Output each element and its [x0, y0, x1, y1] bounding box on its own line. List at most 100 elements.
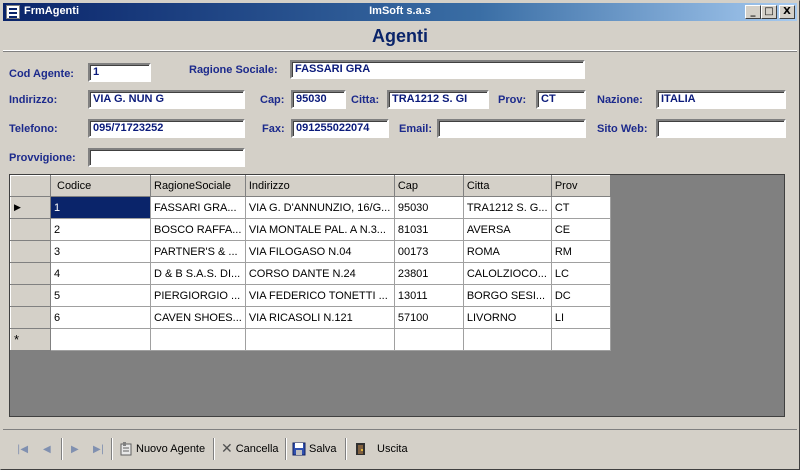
- cell-cap[interactable]: 57100: [393, 306, 464, 329]
- cell-ragione-sociale[interactable]: D & B S.A.S. DI...: [150, 262, 246, 285]
- new-row-cell[interactable]: [50, 328, 151, 351]
- cell-cap[interactable]: 13011: [393, 284, 464, 307]
- provvigione-label: Provvigione:: [9, 152, 76, 164]
- cell-prov[interactable]: DC: [550, 284, 611, 307]
- col-header-indirizzo[interactable]: Indirizzo: [244, 175, 395, 197]
- last-record-button[interactable]: ▶|: [93, 440, 104, 458]
- cell-indirizzo[interactable]: VIA FEDERICO TONETTI ...: [244, 284, 395, 307]
- bottom-toolbar: |◀ ◀ ▶ ▶| Nuovo Agente ✕ Cancella Salva …: [3, 429, 797, 467]
- cell-prov[interactable]: CE: [550, 218, 611, 241]
- table-row[interactable]: ▶ 1 FASSARI GRA... VIA G. D'ANNUNZIO, 16/G.…: [10, 196, 611, 219]
- cell-indirizzo[interactable]: VIA MONTALE PAL. A N.3...: [244, 218, 395, 241]
- new-row[interactable]: *: [10, 328, 611, 351]
- close-button[interactable]: X: [779, 5, 795, 19]
- nuovo-agente-label: Nuovo Agente: [136, 443, 206, 455]
- cell-prov[interactable]: LC: [550, 262, 611, 285]
- uscita-button[interactable]: Uscita: [354, 440, 408, 458]
- cell-ragione-sociale[interactable]: CAVEN SHOES...: [150, 306, 246, 329]
- new-row-cell[interactable]: [550, 328, 611, 351]
- main-window: FrmAgenti ImSoft s.a.s _ □ X Agenti Cod …: [0, 0, 800, 470]
- row-header[interactable]: ▶: [10, 196, 51, 219]
- grid-header-row: Codice RagioneSociale Indirizzo Cap Citt…: [10, 175, 611, 197]
- table-row[interactable]: 6 CAVEN SHOES... VIA RICASOLI N.121 57100 LI…: [10, 306, 611, 329]
- row-header[interactable]: [10, 284, 51, 307]
- nazione-field[interactable]: ITALIA: [656, 90, 786, 109]
- cell-citta[interactable]: LIVORNO: [462, 306, 552, 329]
- maximize-button[interactable]: □: [761, 5, 777, 19]
- fax-field[interactable]: 091255022074: [291, 119, 389, 138]
- cancella-button[interactable]: ✕ Cancella: [221, 440, 279, 458]
- cell-codice[interactable]: 4: [50, 262, 151, 285]
- grid-corner-header[interactable]: [10, 175, 51, 197]
- col-header-cap[interactable]: Cap: [393, 175, 464, 197]
- row-header[interactable]: [10, 240, 51, 263]
- table-row[interactable]: 3 PARTNER'S & ... VIA FILOGASO N.04 00173 RO…: [10, 240, 611, 263]
- provvigione-field[interactable]: [88, 148, 245, 167]
- agents-grid[interactable]: Codice RagioneSociale Indirizzo Cap Citt…: [9, 174, 785, 417]
- cell-ragione-sociale[interactable]: PARTNER'S & ...: [150, 240, 246, 263]
- new-row-cell[interactable]: [393, 328, 464, 351]
- table-row[interactable]: 2 BOSCO RAFFA... VIA MONTALE PAL. A N.3...…: [10, 218, 611, 241]
- cap-field[interactable]: 95030: [291, 90, 346, 109]
- cell-prov[interactable]: LI: [550, 306, 611, 329]
- fax-label: Fax:: [262, 123, 285, 135]
- cell-cap[interactable]: 23801: [393, 262, 464, 285]
- ragione-sociale-field[interactable]: FASSARI GRA: [290, 60, 585, 79]
- new-row-cell[interactable]: [150, 328, 246, 351]
- col-header-citta[interactable]: Citta: [462, 175, 552, 197]
- cell-prov[interactable]: CT: [550, 196, 611, 219]
- cell-ragione-sociale[interactable]: BOSCO RAFFA...: [150, 218, 246, 241]
- cell-indirizzo[interactable]: VIA RICASOLI N.121: [244, 306, 395, 329]
- new-row-cell[interactable]: [244, 328, 395, 351]
- cell-citta[interactable]: BORGO SESI...: [462, 284, 552, 307]
- cell-codice[interactable]: 6: [50, 306, 151, 329]
- toolbar-separator: [61, 438, 63, 460]
- toolbar-separator: [345, 438, 347, 460]
- cell-prov[interactable]: RM: [550, 240, 611, 263]
- new-row-cell[interactable]: [462, 328, 552, 351]
- next-record-button[interactable]: ▶: [71, 440, 79, 458]
- email-field[interactable]: [437, 119, 586, 138]
- cod-agente-field[interactable]: 1: [88, 63, 151, 82]
- row-header[interactable]: [10, 262, 51, 285]
- row-header[interactable]: [10, 306, 51, 329]
- cell-cap[interactable]: 95030: [393, 196, 464, 219]
- prev-record-button[interactable]: ◀: [43, 440, 51, 458]
- prov-field[interactable]: CT: [536, 90, 586, 109]
- indirizzo-field[interactable]: VIA G. NUN G: [88, 90, 245, 109]
- cell-indirizzo[interactable]: CORSO DANTE N.24: [244, 262, 395, 285]
- cell-indirizzo[interactable]: VIA FILOGASO N.04: [244, 240, 395, 263]
- table-row[interactable]: 5 PIERGIORGIO ... VIA FEDERICO TONETTI ...…: [10, 284, 611, 307]
- cell-cap[interactable]: 81031: [393, 218, 464, 241]
- cell-ragione-sociale[interactable]: PIERGIORGIO ...: [150, 284, 246, 307]
- cell-indirizzo[interactable]: VIA G. D'ANNUNZIO, 16/G...: [244, 196, 395, 219]
- citta-field[interactable]: TRA1212 S. GI: [387, 90, 489, 109]
- cell-citta[interactable]: AVERSA: [462, 218, 552, 241]
- save-icon: [292, 442, 306, 456]
- telefono-field[interactable]: 095/71723252: [88, 119, 245, 138]
- salva-button[interactable]: Salva: [292, 440, 337, 458]
- table-row[interactable]: 4D & B S.A.S. DI... CORSO DANTE N.24 23801…: [10, 262, 611, 285]
- cell-codice[interactable]: 5: [50, 284, 151, 307]
- cell-ragione-sociale[interactable]: FASSARI GRA...: [150, 196, 246, 219]
- sito-web-field[interactable]: [656, 119, 786, 138]
- cell-citta[interactable]: CALOLZIOCO...: [462, 262, 552, 285]
- col-header-codice[interactable]: Codice: [50, 175, 151, 197]
- cell-citta[interactable]: TRA1212 S. G...: [462, 196, 552, 219]
- sito-web-label: Sito Web:: [597, 123, 648, 135]
- row-header[interactable]: [10, 218, 51, 241]
- col-header-prov[interactable]: Prov: [550, 175, 611, 197]
- cell-codice[interactable]: 3: [50, 240, 151, 263]
- new-row-header[interactable]: *: [10, 328, 51, 351]
- nuovo-agente-button[interactable]: Nuovo Agente: [119, 440, 205, 458]
- cell-cap[interactable]: 00173: [393, 240, 464, 263]
- cell-citta[interactable]: ROMA: [462, 240, 552, 263]
- cell-codice[interactable]: 1: [50, 196, 151, 219]
- ragione-sociale-label: Ragione Sociale:: [189, 64, 278, 76]
- cell-codice[interactable]: 2: [50, 218, 151, 241]
- title-bar[interactable]: FrmAgenti ImSoft s.a.s _ □ X: [3, 3, 797, 21]
- minimize-button[interactable]: _: [745, 5, 761, 19]
- uscita-label: Uscita: [377, 443, 408, 455]
- col-header-ragione-sociale[interactable]: RagioneSociale: [150, 175, 246, 197]
- first-record-button[interactable]: |◀: [17, 440, 28, 458]
